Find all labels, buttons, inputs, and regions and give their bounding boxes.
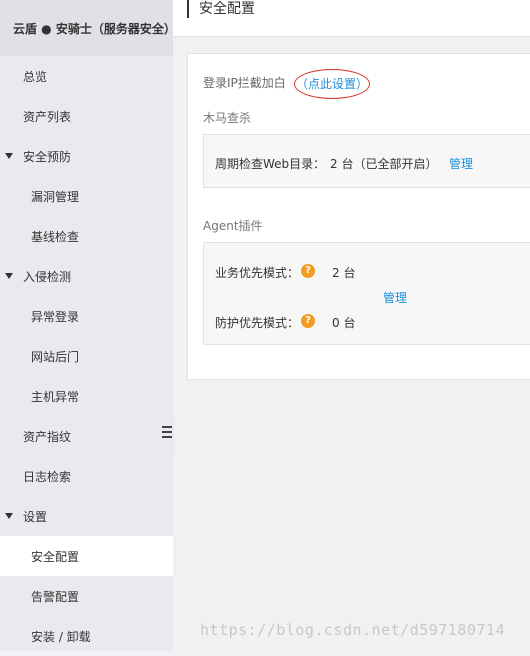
trojan-box: 周期检查Web目录： 2 台（已全部开启） 管理 [203, 134, 530, 188]
sidebar-item-log-search[interactable]: 日志检索 [0, 456, 173, 496]
sidebar-item-label: 告警配置 [31, 589, 80, 604]
ip-whitelist-label: 登录IP拦截加白 [203, 76, 286, 90]
sidebar-item-label: 日志检索 [23, 469, 72, 484]
collapse-menu-icon[interactable] [162, 426, 172, 438]
settings-card: 登录IP拦截加白 （点此设置） 木马查杀 周期检查Web目录： 2 台（已全部开… [187, 53, 530, 380]
sidebar-item-overview[interactable]: 总览 [0, 56, 173, 96]
sidebar-item-label: 设置 [23, 509, 48, 524]
sidebar-item-security-config[interactable]: 安全配置 [0, 536, 173, 576]
web-dir-check-value: 2 台（已全部开启） [330, 157, 438, 171]
sidebar-group-intrusion[interactable]: 入侵检测 [0, 256, 173, 296]
web-dir-check-label: 周期检查Web目录： [215, 157, 326, 171]
sidebar-item-label: 漏洞管理 [31, 189, 80, 204]
page-title: 安全配置 [187, 0, 255, 18]
caret-down-icon [5, 513, 13, 519]
sidebar-item-abnormal-login[interactable]: 异常登录 [0, 296, 173, 336]
sidebar-group-prevention[interactable]: 安全预防 [0, 136, 173, 176]
sidebar-item-host-anomaly[interactable]: 主机异常 [0, 376, 173, 416]
sidebar-item-label: 入侵检测 [23, 269, 72, 284]
main-content: 安全配置 登录IP拦截加白 （点此设置） 木马查杀 周期检查Web目录： 2 台… [173, 0, 530, 651]
watermark: https://blog.csdn.net/d597180714 [200, 621, 505, 639]
business-mode-value: 2 台 [332, 266, 356, 280]
sidebar-item-label: 基线检查 [31, 229, 80, 244]
sidebar-item-baseline[interactable]: 基线检查 [0, 216, 173, 256]
ip-whitelist-settings-link[interactable]: （点此设置） [296, 75, 368, 92]
agent-section-title: Agent插件 [203, 219, 263, 233]
sidebar-item-vulnerability[interactable]: 漏洞管理 [0, 176, 173, 216]
caret-down-icon [5, 153, 13, 159]
sidebar: 云盾 ● 安骑士（服务器安全） 总览 资产列表 安全预防 漏洞管理 基线检查 入… [0, 0, 176, 651]
caret-down-icon [5, 273, 13, 279]
help-icon[interactable]: ? [301, 314, 315, 328]
sidebar-item-asset-fingerprint[interactable]: 资产指纹 [0, 416, 173, 456]
sidebar-item-label: 总览 [23, 69, 48, 84]
product-title: 云盾 ● 安骑士（服务器安全） [0, 0, 176, 56]
sidebar-item-install-uninstall[interactable]: 安装 / 卸载 [0, 616, 173, 656]
trojan-section-title: 木马查杀 [203, 111, 252, 125]
protect-mode-label: 防护优先模式： [215, 316, 300, 330]
sidebar-item-label: 资产指纹 [23, 429, 72, 444]
trojan-manage-link[interactable]: 管理 [449, 155, 473, 172]
sidebar-group-settings[interactable]: 设置 [0, 496, 173, 536]
sidebar-item-label: 异常登录 [31, 309, 80, 324]
sidebar-item-label: 安全预防 [23, 149, 72, 164]
sidebar-item-label: 资产列表 [23, 109, 72, 124]
help-icon[interactable]: ? [301, 264, 315, 278]
agent-manage-link[interactable]: 管理 [383, 289, 407, 306]
business-mode-label: 业务优先模式： [215, 266, 300, 280]
sidebar-item-alert-config[interactable]: 告警配置 [0, 576, 173, 616]
sidebar-item-label: 主机异常 [31, 389, 80, 404]
sidebar-item-label: 网站后门 [31, 349, 80, 364]
page-header: 安全配置 [173, 0, 530, 37]
agent-box: 业务优先模式： ? 2 台 管理 防护优先模式： ? 0 台 [203, 242, 530, 345]
sidebar-item-webshell[interactable]: 网站后门 [0, 336, 173, 376]
protect-mode-value: 0 台 [332, 316, 356, 330]
sidebar-item-label: 安装 / 卸载 [31, 629, 91, 644]
sidebar-item-label: 安全配置 [31, 549, 80, 564]
sidebar-item-asset-list[interactable]: 资产列表 [0, 96, 173, 136]
